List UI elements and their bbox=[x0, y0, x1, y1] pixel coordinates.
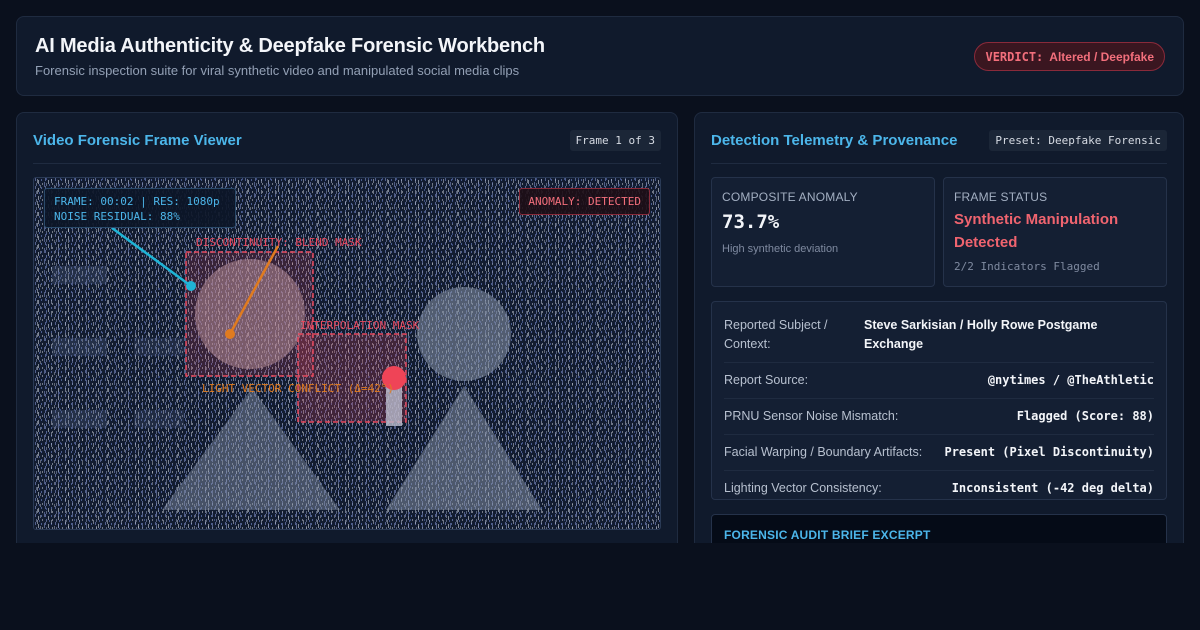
app-header: AI Media Authenticity & Deepfake Forensi… bbox=[16, 16, 1184, 96]
frame-status-value: Synthetic Manipulation Detected bbox=[954, 211, 1119, 251]
blend-mask-box[interactable] bbox=[185, 251, 314, 377]
detail-key: PRNU Sensor Noise Mismatch: bbox=[724, 409, 899, 423]
frame-viewer-panel: Video Forensic Frame Viewer Frame 1 of 3 bbox=[16, 112, 678, 543]
composite-label: COMPOSITE ANOMALY bbox=[722, 190, 858, 204]
hud-frame-info: FRAME: 00:02 | RES: 1080p bbox=[54, 195, 220, 208]
audit-brief-excerpt: FORENSIC AUDIT BRIEF EXCERPT bbox=[711, 514, 1167, 543]
frame-status-card: FRAME STATUS Synthetic Manipulation Dete… bbox=[943, 177, 1167, 287]
frame-indicator[interactable]: Frame 1 of 3 bbox=[569, 130, 661, 151]
anomaly-badge: ANOMALY: DETECTED bbox=[519, 188, 650, 215]
verdict-label: VERDICT: bbox=[985, 49, 1044, 64]
detail-row-source: Report Source: @nytimes / @TheAthletic bbox=[724, 363, 1154, 399]
audit-brief-title: FORENSIC AUDIT BRIEF EXCERPT bbox=[724, 528, 931, 542]
panel-divider bbox=[33, 163, 661, 164]
blend-mask-label: DISCONTINUITY: BLEND MASK bbox=[196, 236, 362, 249]
detail-key: Facial Warping / Boundary Artifacts: bbox=[724, 445, 923, 459]
page-title: AI Media Authenticity & Deepfake Forensi… bbox=[35, 35, 545, 57]
detail-row-prnu: PRNU Sensor Noise Mismatch: Flagged (Sco… bbox=[724, 399, 1154, 435]
composite-note: High synthetic deviation bbox=[722, 243, 839, 255]
detail-key: Lighting Vector Consistency: bbox=[724, 481, 882, 495]
detail-value: @nytimes / @TheAthletic bbox=[987, 373, 1154, 387]
detail-key: Report Source: bbox=[724, 373, 809, 387]
telemetry-title: Detection Telemetry & Provenance bbox=[711, 132, 958, 149]
frame-hud: FRAME: 00:02 | RES: 1080p NOISE RESIDUAL… bbox=[44, 188, 236, 228]
detail-value: Present (Pixel Discontinuity) bbox=[944, 445, 1154, 459]
preset-selector[interactable]: Preset: Deepfake Forensic bbox=[989, 130, 1167, 151]
frame-status-note: 2/2 Indicators Flagged bbox=[954, 260, 1100, 273]
detail-key: Reported Subject / Context: bbox=[724, 318, 828, 351]
video-frame-canvas[interactable]: FRAME: 00:02 | RES: 1080p NOISE RESIDUAL… bbox=[33, 177, 661, 530]
light-vector-label: LIGHT VECTOR CONFLICT (Δ=42°) bbox=[202, 382, 395, 395]
detail-row-lighting: Lighting Vector Consistency: Inconsisten… bbox=[724, 471, 1154, 506]
scene-circle-right bbox=[417, 287, 511, 381]
detail-row-warping: Facial Warping / Boundary Artifacts: Pre… bbox=[724, 435, 1154, 471]
light-vector-origin[interactable] bbox=[225, 329, 235, 339]
page-subtitle: Forensic inspection suite for viral synt… bbox=[35, 63, 520, 78]
frame-status-label: FRAME STATUS bbox=[954, 190, 1048, 204]
detail-value: Steve Sarkisian / Holly Rowe Postgame Ex… bbox=[864, 318, 1098, 351]
frame-render bbox=[34, 178, 660, 529]
provenance-details: Reported Subject / Context: Steve Sarkis… bbox=[711, 301, 1167, 500]
composite-value: 73.7% bbox=[722, 211, 780, 233]
composite-anomaly-card: COMPOSITE ANOMALY 73.7% High synthetic d… bbox=[711, 177, 935, 287]
panel-divider bbox=[711, 163, 1167, 164]
detail-row-subject: Reported Subject / Context: Steve Sarkis… bbox=[724, 308, 1154, 363]
verdict-value: Altered / Deepfake bbox=[1049, 49, 1154, 64]
hud-noise-residual: NOISE RESIDUAL: 88% bbox=[54, 210, 180, 223]
telemetry-panel: Detection Telemetry & Provenance Preset:… bbox=[694, 112, 1184, 543]
detail-value: Flagged (Score: 88) bbox=[1016, 409, 1154, 423]
detail-value: Inconsistent (-42 deg delta) bbox=[951, 481, 1154, 495]
frame-viewer-title: Video Forensic Frame Viewer bbox=[33, 132, 242, 149]
noise-vector-endpoint[interactable] bbox=[186, 281, 196, 291]
verdict-badge: VERDICT: Altered / Deepfake bbox=[974, 42, 1165, 71]
interpolation-mask-label: INTERPOLATION MASK bbox=[300, 319, 420, 332]
